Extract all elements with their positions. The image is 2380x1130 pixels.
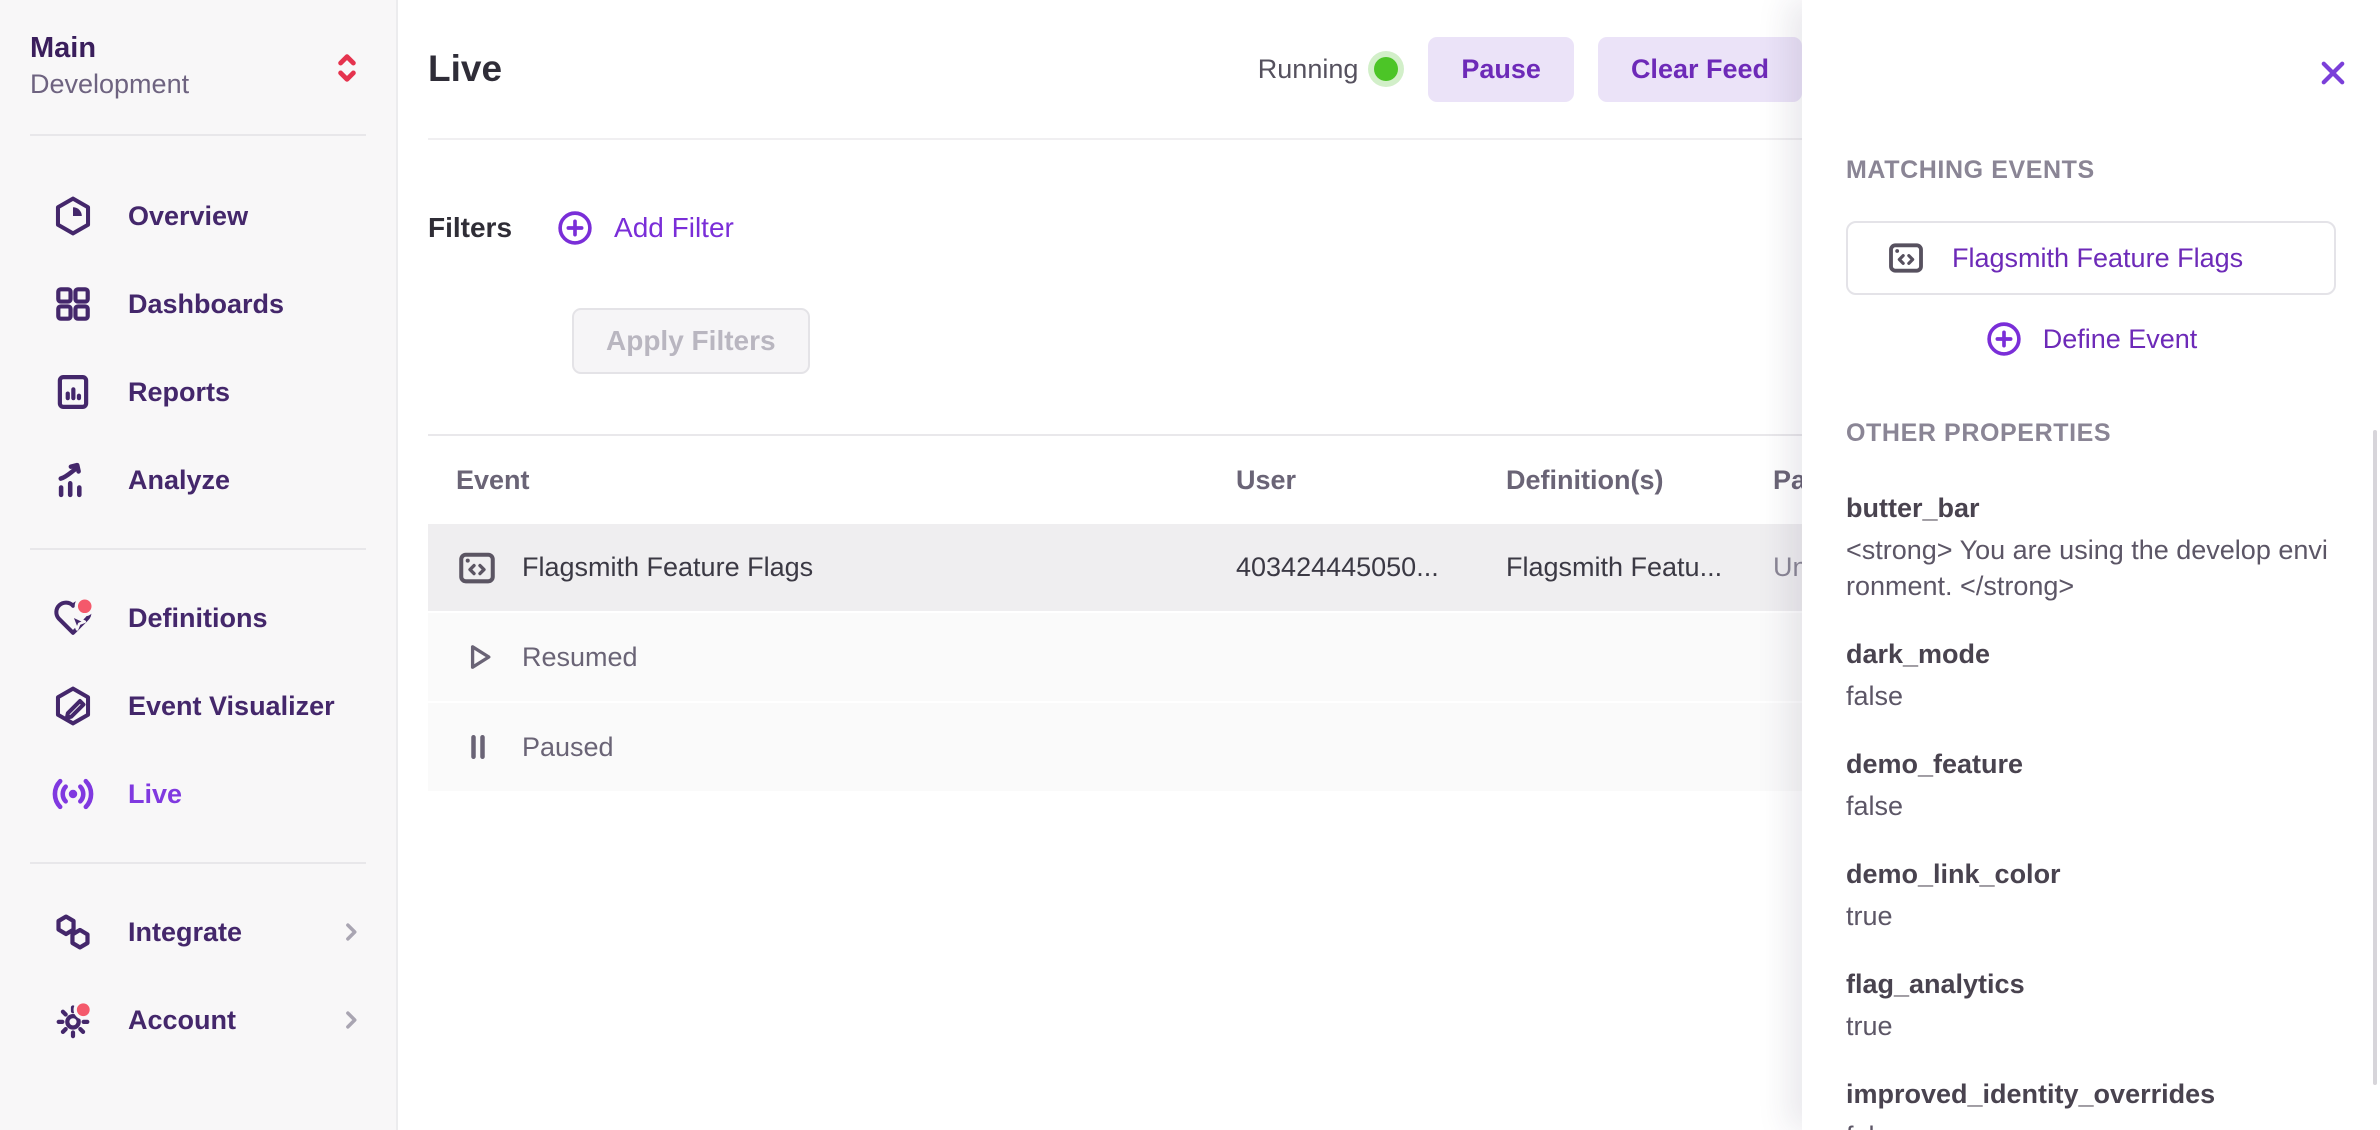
workspace-sort-icon <box>330 48 364 88</box>
close-panel-button[interactable] <box>2312 52 2354 94</box>
panel-scrollbar[interactable] <box>2373 430 2377 1085</box>
property-name: improved_identity_overrides <box>1846 1076 2336 1112</box>
property-value: true <box>1846 1008 2336 1044</box>
plus-circle-icon <box>1985 320 2023 358</box>
sidebar-item-label: Reports <box>128 377 366 408</box>
column-header-definitions: Definition(s) <box>1478 465 1745 496</box>
properties-list: butter_bar <strong> You are using the de… <box>1846 490 2336 1130</box>
matched-event-item[interactable]: Flagsmith Feature Flags <box>1846 221 2336 295</box>
property-value: false <box>1846 1118 2336 1130</box>
property-item: dark_mode false <box>1846 636 2336 714</box>
analyze-icon <box>50 457 96 503</box>
sidebar-item-dashboards[interactable]: Dashboards <box>0 260 396 348</box>
property-value: true <box>1846 898 2336 934</box>
sidebar-item-reports[interactable]: Reports <box>0 348 396 436</box>
filters-label: Filters <box>428 212 512 244</box>
sidebar-item-integrate[interactable]: Integrate <box>0 888 396 976</box>
property-item: improved_identity_overrides false <box>1846 1076 2336 1130</box>
sidebar-item-overview[interactable]: Overview <box>0 172 396 260</box>
property-item: butter_bar <strong> You are using the de… <box>1846 490 2336 604</box>
live-icon <box>50 771 96 817</box>
define-event-label: Define Event <box>2043 324 2198 355</box>
live-events-table: Event User Definition(s) Path Flagsmith … <box>428 434 1930 791</box>
property-name: dark_mode <box>1846 636 2336 672</box>
event-detail-panel: MATCHING EVENTS Flagsmith Feature Flags … <box>1802 0 2380 1130</box>
event-name: Flagsmith Feature Flags <box>522 552 813 583</box>
plus-circle-icon <box>556 209 594 247</box>
feed-status: Running <box>1258 54 1405 85</box>
code-event-icon <box>456 547 498 589</box>
close-icon <box>2316 56 2350 90</box>
property-name: butter_bar <box>1846 490 2336 526</box>
property-name: demo_link_color <box>1846 856 2336 892</box>
column-header-event: Event <box>428 465 1208 496</box>
code-event-icon <box>1886 238 1926 278</box>
chevron-right-icon <box>336 1005 366 1035</box>
property-name: flag_analytics <box>1846 966 2336 1002</box>
sidebar-item-label: Definitions <box>128 603 366 634</box>
clear-feed-button[interactable]: Clear Feed <box>1598 37 1802 102</box>
feed-state-paused: Paused <box>428 703 1930 791</box>
play-icon <box>460 639 496 675</box>
page-header: Live Running Pause Clear Feed <box>428 0 1802 140</box>
feed-state-label: Resumed <box>522 642 638 673</box>
sidebar-item-account[interactable]: Account <box>0 976 396 1064</box>
property-value: false <box>1846 678 2336 714</box>
workspace-switcher[interactable]: Main Development <box>0 0 396 102</box>
status-label: Running <box>1258 54 1359 85</box>
pause-icon <box>460 729 496 765</box>
sidebar: Main Development Overview Dashboards Rep… <box>0 0 398 1130</box>
property-item: flag_analytics true <box>1846 966 2336 1044</box>
table-header-row: Event User Definition(s) Path <box>428 436 1930 524</box>
sidebar-divider <box>30 134 366 136</box>
sidebar-divider <box>30 862 366 864</box>
property-value: false <box>1846 788 2336 824</box>
pause-button[interactable]: Pause <box>1428 37 1574 102</box>
event-user: 403424445050... <box>1208 552 1478 583</box>
event-visualizer-icon <box>50 683 96 729</box>
feed-controls: Running Pause Clear Feed <box>1258 37 1802 102</box>
matching-events-label: MATCHING EVENTS <box>1846 156 2336 185</box>
definitions-icon <box>50 595 96 641</box>
feed-state-resumed: Resumed <box>428 613 1930 701</box>
integrate-icon <box>50 909 96 955</box>
sidebar-item-live[interactable]: Live <box>0 750 396 838</box>
feed-state-label: Paused <box>522 732 614 763</box>
add-filter-label: Add Filter <box>614 212 734 244</box>
property-item: demo_link_color true <box>1846 856 2336 934</box>
sidebar-item-label: Integrate <box>128 917 336 948</box>
reports-icon <box>50 369 96 415</box>
sidebar-item-label: Account <box>128 1005 336 1036</box>
property-value: <strong> You are using the develop envir… <box>1846 532 2336 604</box>
table-row[interactable]: Flagsmith Feature Flags 403424445050... … <box>428 524 1930 611</box>
sidebar-item-analyze[interactable]: Analyze <box>0 436 396 524</box>
event-definitions: Flagsmith Featu... <box>1478 552 1745 583</box>
other-properties-label: OTHER PROPERTIES <box>1846 419 2336 448</box>
sidebar-item-label: Event Visualizer <box>128 691 366 722</box>
sidebar-item-label: Analyze <box>128 465 366 496</box>
dashboards-icon <box>50 281 96 327</box>
sidebar-item-label: Dashboards <box>128 289 366 320</box>
workspace-environment: Development <box>30 66 366 102</box>
sidebar-item-event-visualizer[interactable]: Event Visualizer <box>0 662 396 750</box>
property-item: demo_feature false <box>1846 746 2336 824</box>
sidebar-item-label: Overview <box>128 201 366 232</box>
page-title: Live <box>428 48 502 90</box>
property-name: demo_feature <box>1846 746 2336 782</box>
status-running-dot <box>1374 57 1398 81</box>
app-window: Main Development Overview Dashboards Rep… <box>0 0 2380 1130</box>
column-header-user: User <box>1208 465 1478 496</box>
chevron-right-icon <box>336 917 366 947</box>
define-event-button[interactable]: Define Event <box>1846 317 2336 361</box>
overview-icon <box>50 193 96 239</box>
account-icon <box>50 997 96 1043</box>
matched-event-name: Flagsmith Feature Flags <box>1952 243 2243 274</box>
sidebar-divider <box>30 548 366 550</box>
workspace-name: Main <box>30 30 366 66</box>
sidebar-item-label: Live <box>128 779 366 810</box>
sidebar-item-definitions[interactable]: Definitions <box>0 574 396 662</box>
add-filter-button[interactable]: Add Filter <box>556 209 734 247</box>
apply-filters-button[interactable]: Apply Filters <box>572 308 810 374</box>
